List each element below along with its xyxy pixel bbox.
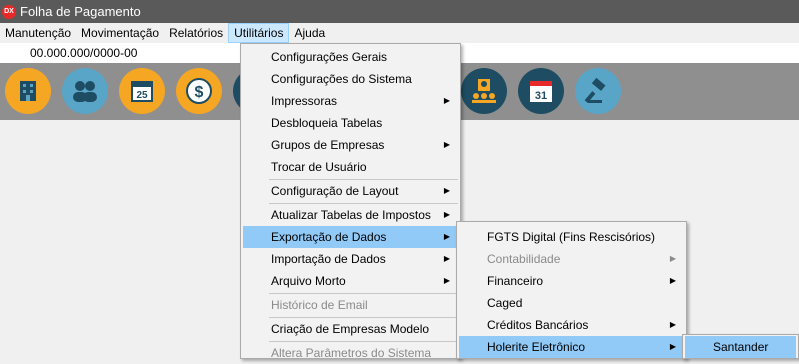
menu-item-label: Financeiro [487, 274, 544, 288]
submenu-arrow-icon: ▶ [443, 254, 450, 263]
menu-item-impressoras[interactable]: Impressoras ▶ [243, 90, 458, 112]
menu-item-contabilidade: Contabilidade ▶ [459, 248, 684, 270]
menu-item-atualizar-tabelas-impostos[interactable]: Atualizar Tabelas de Impostos ▶ [243, 204, 458, 226]
menu-item-grupos-empresas[interactable]: Grupos de Empresas ▶ [243, 134, 458, 156]
submenu-arrow-icon: ▶ [443, 96, 450, 105]
submenu-arrow-icon: ▶ [443, 186, 450, 195]
menu-item-label: Atualizar Tabelas de Impostos [271, 208, 431, 222]
submenu-arrow-icon: ▶ [443, 210, 450, 219]
company-id: 00.000.000/0000-00 [30, 46, 138, 60]
menu-item-santander[interactable]: Santander [685, 336, 796, 358]
app-icon: DX [2, 4, 16, 19]
submenu-arrow-icon: ▶ [669, 320, 676, 329]
menu-item-label: Créditos Bancários [487, 318, 589, 332]
svg-text:31: 31 [535, 90, 547, 102]
menu-item-altera-parametros: Altera Parâmetros do Sistema [243, 342, 458, 364]
window-title: Folha de Pagamento [20, 4, 141, 19]
meeting-icon[interactable] [461, 68, 507, 114]
submenu-arrow-icon: ▶ [669, 254, 676, 263]
menu-manutencao[interactable]: Manutenção [0, 23, 76, 43]
gavel-icon[interactable] [575, 68, 621, 114]
menu-utilitarios[interactable]: Utilitários [228, 23, 290, 43]
menu-item-caged[interactable]: Caged [459, 292, 684, 314]
menu-item-holerite-eletronico[interactable]: Holerite Eletrônico ▶ [459, 336, 684, 358]
menu-item-label: Altera Parâmetros do Sistema [271, 346, 432, 360]
submenu-arrow-icon: ▶ [669, 342, 676, 351]
company-icon[interactable] [5, 68, 51, 114]
menu-item-fgts-digital[interactable]: FGTS Digital (Fins Rescisórios) [459, 226, 684, 248]
menu-item-configuracoes-sistema[interactable]: Configurações do Sistema [243, 68, 458, 90]
calendar-31-icon[interactable]: 31 [518, 68, 564, 114]
menu-item-label: Arquivo Morto [271, 274, 346, 288]
menu-item-label: Histórico de Email [271, 298, 368, 312]
calendar-25-icon[interactable]: 25 [119, 68, 165, 114]
menu-item-trocar-usuario[interactable]: Trocar de Usuário [243, 156, 458, 178]
submenu-arrow-icon: ▶ [443, 276, 450, 285]
menu-movimentacao[interactable]: Movimentação [76, 23, 164, 43]
submenu-arrow-icon: ▶ [669, 276, 676, 285]
menu-item-label: Caged [487, 296, 523, 310]
holerite-submenu: Santander [682, 334, 799, 359]
submenu-arrow-icon: ▶ [443, 140, 450, 149]
menu-item-label: Configurações do Sistema [271, 72, 412, 86]
submenu-arrow-icon: ▶ [443, 232, 450, 241]
payment-icon[interactable]: $ [176, 68, 222, 114]
menu-item-label: Exportação de Dados [271, 230, 387, 244]
menu-item-importacao-dados[interactable]: Importação de Dados ▶ [243, 248, 458, 270]
menu-item-label: Impressoras [271, 94, 338, 108]
menu-item-label: Importação de Dados [271, 252, 386, 266]
menu-item-financeiro[interactable]: Financeiro ▶ [459, 270, 684, 292]
title-bar: DX Folha de Pagamento [0, 0, 799, 23]
svg-text:$: $ [195, 84, 204, 101]
svg-text:25: 25 [136, 90, 148, 101]
menu-item-label: FGTS Digital (Fins Rescisórios) [487, 230, 656, 244]
menu-item-label: Trocar de Usuário [271, 160, 367, 174]
menu-item-desbloqueia-tabelas[interactable]: Desbloqueia Tabelas [243, 112, 458, 134]
menu-item-label: Configurações Gerais [271, 50, 388, 64]
menu-ajuda[interactable]: Ajuda [289, 23, 330, 43]
exportacao-submenu: FGTS Digital (Fins Rescisórios) Contabil… [456, 221, 687, 359]
utilitarios-menu: Configurações Gerais Configurações do Si… [240, 43, 461, 360]
menu-item-label: Santander [713, 340, 769, 354]
menu-item-label: Desbloqueia Tabelas [271, 116, 383, 130]
menu-item-creditos-bancarios[interactable]: Créditos Bancários ▶ [459, 314, 684, 336]
menu-item-label: Grupos de Empresas [271, 138, 385, 152]
menu-item-criacao-empresas-modelo[interactable]: Criação de Empresas Modelo [243, 318, 458, 340]
menu-item-exportacao-dados[interactable]: Exportação de Dados ▶ [243, 226, 458, 248]
menu-item-label: Contabilidade [487, 252, 561, 266]
menu-bar: Manutenção Movimentação Relatórios Utili… [0, 23, 799, 43]
menu-item-arquivo-morto[interactable]: Arquivo Morto ▶ [243, 270, 458, 292]
menu-item-label: Criação de Empresas Modelo [271, 322, 430, 336]
menu-item-configuracao-layout[interactable]: Configuração de Layout ▶ [243, 180, 458, 202]
employees-icon[interactable] [62, 68, 108, 114]
menu-item-label: Holerite Eletrônico [487, 340, 586, 354]
menu-item-label: Configuração de Layout [271, 184, 399, 198]
menu-item-configuracoes-gerais[interactable]: Configurações Gerais [243, 46, 458, 68]
menu-relatorios[interactable]: Relatórios [164, 23, 228, 43]
menu-item-historico-email: Histórico de Email [243, 294, 458, 316]
